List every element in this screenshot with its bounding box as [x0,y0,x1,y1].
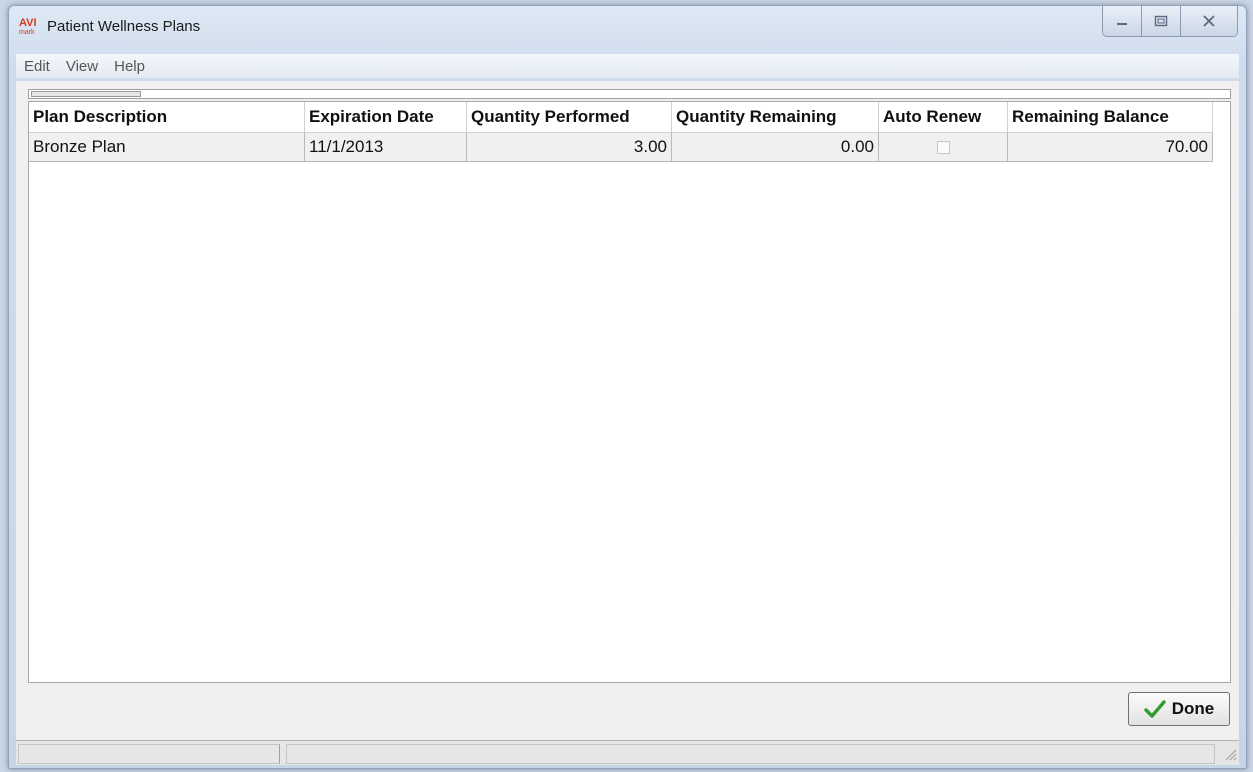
auto-renew-checkbox[interactable] [936,141,950,155]
plans-table: Plan Description Expiration Date Quantit… [29,102,1213,162]
minimize-icon [1117,23,1127,25]
caption-buttons [1102,6,1238,37]
plans-grid: Plan Description Expiration Date Quantit… [28,101,1231,683]
col-auto-renew[interactable]: Auto Renew [878,102,1008,133]
cell-quantity-performed[interactable]: 3.00 [466,132,672,162]
cell-expiration-date[interactable]: 11/1/2013 [304,132,467,162]
cell-quantity-remaining[interactable]: 0.00 [671,132,879,162]
close-icon [1203,15,1215,27]
minimize-button[interactable] [1103,6,1142,36]
wellness-plans-window: AVI mark Patient Wellness Plans Edit View… [8,5,1247,769]
resize-grip-icon[interactable] [1221,747,1237,763]
maximize-button[interactable] [1142,6,1181,36]
window-title: Patient Wellness Plans [47,18,201,35]
col-quantity-performed[interactable]: Quantity Performed [466,102,672,133]
col-plan-description[interactable]: Plan Description [29,102,305,133]
status-pane-left [18,744,280,764]
menu-view[interactable]: View [58,58,106,75]
restore-icon [1154,15,1168,27]
app-logo: AVI mark [19,17,37,37]
menu-help[interactable]: Help [106,58,153,75]
close-button[interactable] [1181,6,1237,36]
col-quantity-remaining[interactable]: Quantity Remaining [671,102,879,133]
client-area: Plan Description Expiration Date Quantit… [16,81,1239,740]
cell-auto-renew[interactable] [878,132,1008,162]
table-row[interactable]: Bronze Plan 11/1/2013 3.00 0.00 70.00 [29,132,1213,162]
title-bar: AVI mark Patient Wellness Plans [9,6,1246,50]
horizontal-scrollbar[interactable] [28,89,1231,99]
menu-bar: Edit View Help [16,54,1239,78]
scrollbar-thumb[interactable] [31,91,141,97]
col-remaining-balance[interactable]: Remaining Balance [1007,102,1213,133]
cell-plan-description[interactable]: Bronze Plan [29,132,305,162]
status-pane-right [286,744,1215,764]
cell-remaining-balance[interactable]: 70.00 [1007,132,1213,162]
checkmark-icon [1144,700,1166,718]
done-label: Done [1171,699,1215,718]
menu-edit[interactable]: Edit [16,58,58,75]
col-expiration-date[interactable]: Expiration Date [304,102,467,133]
status-bar [16,740,1239,765]
header-row: Plan Description Expiration Date Quantit… [29,102,1213,133]
done-button[interactable]: Done [1128,692,1230,726]
